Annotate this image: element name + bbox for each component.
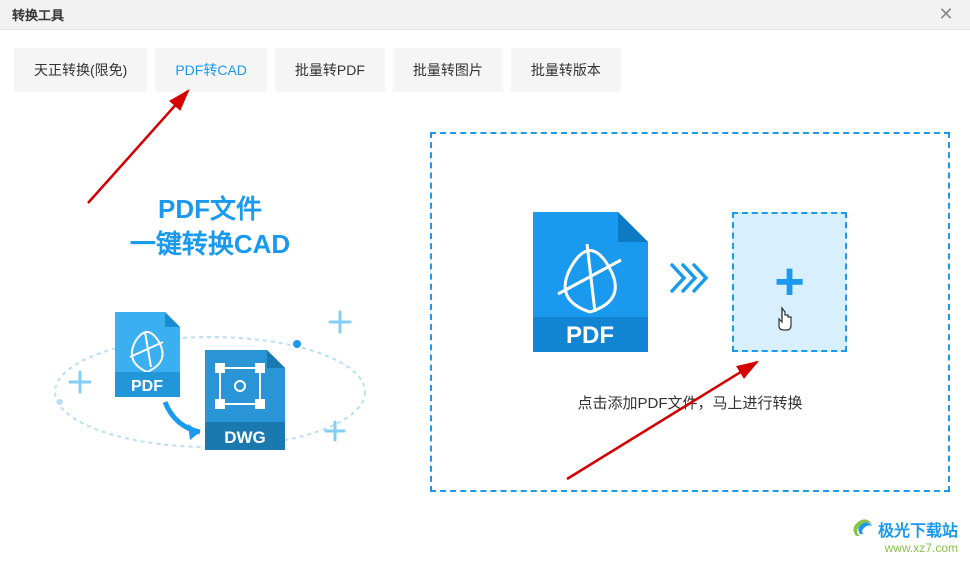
drop-zone[interactable]: PDF + 点击添加PDF文件，马上进行转换 — [430, 132, 950, 492]
tab-pdf-to-cad[interactable]: PDF转CAD — [155, 48, 267, 92]
tab-batch-image[interactable]: 批量转图片 — [393, 48, 503, 92]
drop-content: PDF + — [533, 212, 847, 352]
plus-icon: + — [774, 252, 804, 312]
add-file-button[interactable]: + — [732, 212, 847, 352]
watermark-url: www.xz7.com — [852, 541, 958, 555]
cursor-icon — [773, 306, 795, 332]
content-area: PDF文件 一键转换CAD — [0, 92, 970, 512]
watermark-brand: 极光下载站 — [852, 517, 958, 541]
tabs-bar: 天正转换(限免) PDF转CAD 批量转PDF 批量转图片 批量转版本 — [0, 30, 970, 92]
tab-tianzheng[interactable]: 天正转换(限免) — [14, 48, 147, 92]
arrow-to-add-icon — [562, 354, 772, 484]
close-icon[interactable]: ✕ — [934, 3, 958, 27]
pdf-dwg-illustration-icon: PDF DWG — [40, 282, 380, 482]
pdf-large-icon: PDF — [533, 212, 648, 352]
promo-line1: PDF文件 — [20, 192, 400, 227]
tab-batch-version[interactable]: 批量转版本 — [511, 48, 621, 92]
svg-text:PDF: PDF — [566, 322, 614, 349]
promo-title: PDF文件 一键转换CAD — [20, 192, 400, 262]
promo-panel: PDF文件 一键转换CAD — [20, 132, 400, 492]
promo-graphic: PDF DWG — [40, 282, 380, 482]
chevron-right-icon — [670, 263, 710, 300]
watermark: 极光下载站 www.xz7.com — [852, 517, 958, 555]
svg-text:PDF: PDF — [131, 378, 163, 395]
tab-batch-pdf[interactable]: 批量转PDF — [275, 48, 385, 92]
window-title: 转换工具 — [12, 5, 64, 24]
titlebar: 转换工具 ✕ — [0, 0, 970, 30]
promo-line2: 一键转换CAD — [20, 227, 400, 262]
watermark-logo-icon — [852, 518, 874, 540]
drop-hint-text: 点击添加PDF文件，马上进行转换 — [577, 392, 802, 413]
svg-text:DWG: DWG — [224, 428, 266, 447]
